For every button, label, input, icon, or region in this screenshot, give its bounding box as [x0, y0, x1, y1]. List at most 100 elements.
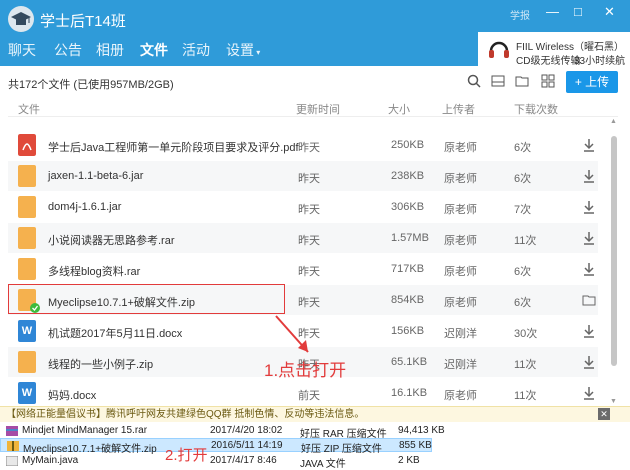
explorer-file-size: 2 KB: [398, 455, 420, 466]
column-time[interactable]: 更新时间: [296, 101, 340, 117]
file-size: 717KB: [391, 263, 425, 275]
explorer-file-size: 94,413 KB: [398, 425, 445, 436]
download-icon[interactable]: [582, 385, 596, 401]
explorer-row-selected[interactable]: Myeclipse10.7.1+破解文件.zip 2016/5/11 14:19…: [0, 438, 432, 455]
file-uploader[interactable]: 原老师: [444, 139, 477, 155]
file-name[interactable]: 小说阅读器无思路参考.rar: [48, 232, 175, 248]
download-icon[interactable]: [582, 168, 596, 184]
file-download-count: 11次: [514, 390, 537, 402]
file-row[interactable]: dom4j-1.6.1.jar 昨天 306KB 原老师 7次: [8, 192, 598, 222]
notice-text: 【网络正能量倡议书】腾讯呼吁网友共建绿色QQ群 抵制色情、反动等违法信息。: [6, 409, 365, 420]
headphones-icon: [489, 41, 509, 58]
file-size: 238KB: [391, 170, 425, 182]
file-uploader[interactable]: 原老师: [444, 170, 477, 186]
explorer-row[interactable]: Mindjet MindManager 15.rar 2017/4/20 18:…: [0, 424, 630, 440]
word-icon: W: [18, 382, 36, 404]
file-time: 昨天: [298, 142, 320, 154]
file-time: 昨天: [298, 266, 320, 278]
header-extra-label[interactable]: 学报: [510, 7, 530, 22]
file-download-count: 6次: [514, 173, 532, 185]
close-icon[interactable]: ✕: [598, 408, 610, 420]
music-ad[interactable]: FIIL Wireless（曜石黑） CD级无线传输 33小时续航: [478, 32, 630, 67]
file-name[interactable]: 学士后Java工程师第一单元阶段项目要求及评分.pdf: [48, 139, 299, 155]
file-row[interactable]: 多线程blog资料.rar 昨天 717KB 原老师 6次: [8, 254, 598, 284]
file-list-header: 文件 更新时间 大小 上传者 下载次数: [8, 98, 618, 117]
file-name[interactable]: 妈妈.docx: [48, 387, 96, 403]
minimize-button[interactable]: —: [546, 4, 559, 19]
file-time: 昨天: [298, 204, 320, 216]
column-downloads[interactable]: 下载次数: [514, 101, 558, 117]
file-row[interactable]: 小说阅读器无思路参考.rar 昨天 1.57MB 原老师 11次: [8, 223, 598, 253]
column-uploader[interactable]: 上传者: [442, 101, 475, 117]
file-size: 156KB: [391, 325, 425, 337]
file-name[interactable]: 机试题2017年5月11日.docx: [48, 325, 182, 341]
download-icon[interactable]: [582, 137, 596, 153]
file-size: 854KB: [391, 294, 425, 306]
upload-button[interactable]: + 上传: [566, 71, 618, 93]
scroll-down-icon[interactable]: ▼: [610, 398, 617, 405]
tab-album[interactable]: 相册: [96, 40, 124, 60]
tab-settings[interactable]: 设置 ▾: [226, 40, 260, 60]
explorer-file-type: 好压 ZIP 压缩文件: [301, 444, 382, 455]
archive-file-icon: [18, 227, 36, 249]
inbox-icon[interactable]: [490, 73, 506, 89]
music-promo: 33小时续航: [574, 56, 626, 67]
scroll-up-icon[interactable]: ▲: [610, 118, 617, 125]
archive-icon: [6, 426, 18, 436]
tab-chat[interactable]: 聊天: [8, 40, 36, 60]
open-folder-icon[interactable]: [582, 292, 596, 308]
file-uploader[interactable]: 迟刚洋: [444, 325, 477, 341]
download-icon[interactable]: [582, 230, 596, 246]
file-time: 昨天: [298, 235, 320, 247]
file-uploader[interactable]: 原老师: [444, 201, 477, 217]
download-icon[interactable]: [582, 323, 596, 339]
download-icon[interactable]: [582, 199, 596, 215]
tab-settings-label: 设置: [226, 42, 254, 58]
maximize-button[interactable]: □: [574, 4, 582, 19]
file-row[interactable]: jaxen-1.1-beta-6.jar 昨天 238KB 原老师 6次: [8, 161, 598, 191]
grid-view-icon[interactable]: [540, 73, 556, 89]
archive-file-icon: [18, 351, 36, 373]
tab-files[interactable]: 文件: [140, 40, 168, 60]
column-size[interactable]: 大小: [388, 101, 410, 117]
music-subtitle: CD级无线传输: [516, 56, 581, 67]
explorer-file-name: MyMain.java: [22, 455, 79, 466]
column-file[interactable]: 文件: [18, 101, 40, 117]
annotation-arrow-icon: [275, 315, 309, 353]
file-name[interactable]: 多线程blog资料.rar: [48, 263, 140, 279]
file-name[interactable]: 线程的一些小例子.zip: [48, 356, 153, 372]
file-uploader[interactable]: 原老师: [444, 232, 477, 248]
word-icon: W: [18, 320, 36, 342]
explorer-file-date: 2017/4/17 8:46: [210, 455, 277, 466]
explorer-file-name: Mindjet MindManager 15.rar: [22, 425, 148, 436]
window-title: 学士后T14班: [40, 13, 126, 30]
zip-icon: [7, 441, 19, 451]
window-header: 学士后T14班 学报 — □ ✕ 聊天 公告 相册 文件 活动 设置 ▾ FII…: [0, 0, 630, 67]
close-button[interactable]: ✕: [604, 4, 615, 20]
file-uploader[interactable]: 迟刚洋: [444, 356, 477, 372]
tab-activity[interactable]: 活动: [182, 40, 210, 60]
download-icon[interactable]: [582, 261, 596, 277]
scrollbar-thumb[interactable]: [611, 136, 617, 366]
folder-new-icon[interactable]: [514, 73, 530, 89]
file-download-count: 11次: [514, 235, 537, 247]
tab-announcement[interactable]: 公告: [54, 40, 82, 60]
file-name[interactable]: dom4j-1.6.1.jar: [48, 201, 121, 213]
file-size: 306KB: [391, 201, 425, 213]
explorer-file-type: JAVA 文件: [300, 459, 346, 470]
search-icon[interactable]: [466, 73, 482, 89]
java-file-icon: [6, 456, 18, 466]
file-uploader[interactable]: 原老师: [444, 263, 477, 279]
notice-bar[interactable]: 【网络正能量倡议书】腾讯呼吁网友共建绿色QQ群 抵制色情、反动等违法信息。 ✕: [0, 406, 630, 422]
file-row[interactable]: W 妈妈.docx 前天 16.1KB 原老师 11次: [8, 378, 598, 408]
annotation-step2: 2.打开: [165, 447, 208, 464]
file-uploader[interactable]: 原老师: [444, 387, 477, 403]
file-row[interactable]: 学士后Java工程师第一单元阶段项目要求及评分.pdf 昨天 250KB 原老师 6次: [8, 130, 598, 160]
file-uploader[interactable]: 原老师: [444, 294, 477, 310]
group-avatar[interactable]: [8, 6, 34, 32]
file-download-count: 11次: [514, 359, 537, 371]
explorer-file-name: Myeclipse10.7.1+破解文件.zip: [23, 444, 157, 455]
file-name[interactable]: jaxen-1.1-beta-6.jar: [48, 170, 143, 182]
scrollbar[interactable]: ▲ ▼: [610, 118, 618, 408]
download-icon[interactable]: [582, 354, 596, 370]
